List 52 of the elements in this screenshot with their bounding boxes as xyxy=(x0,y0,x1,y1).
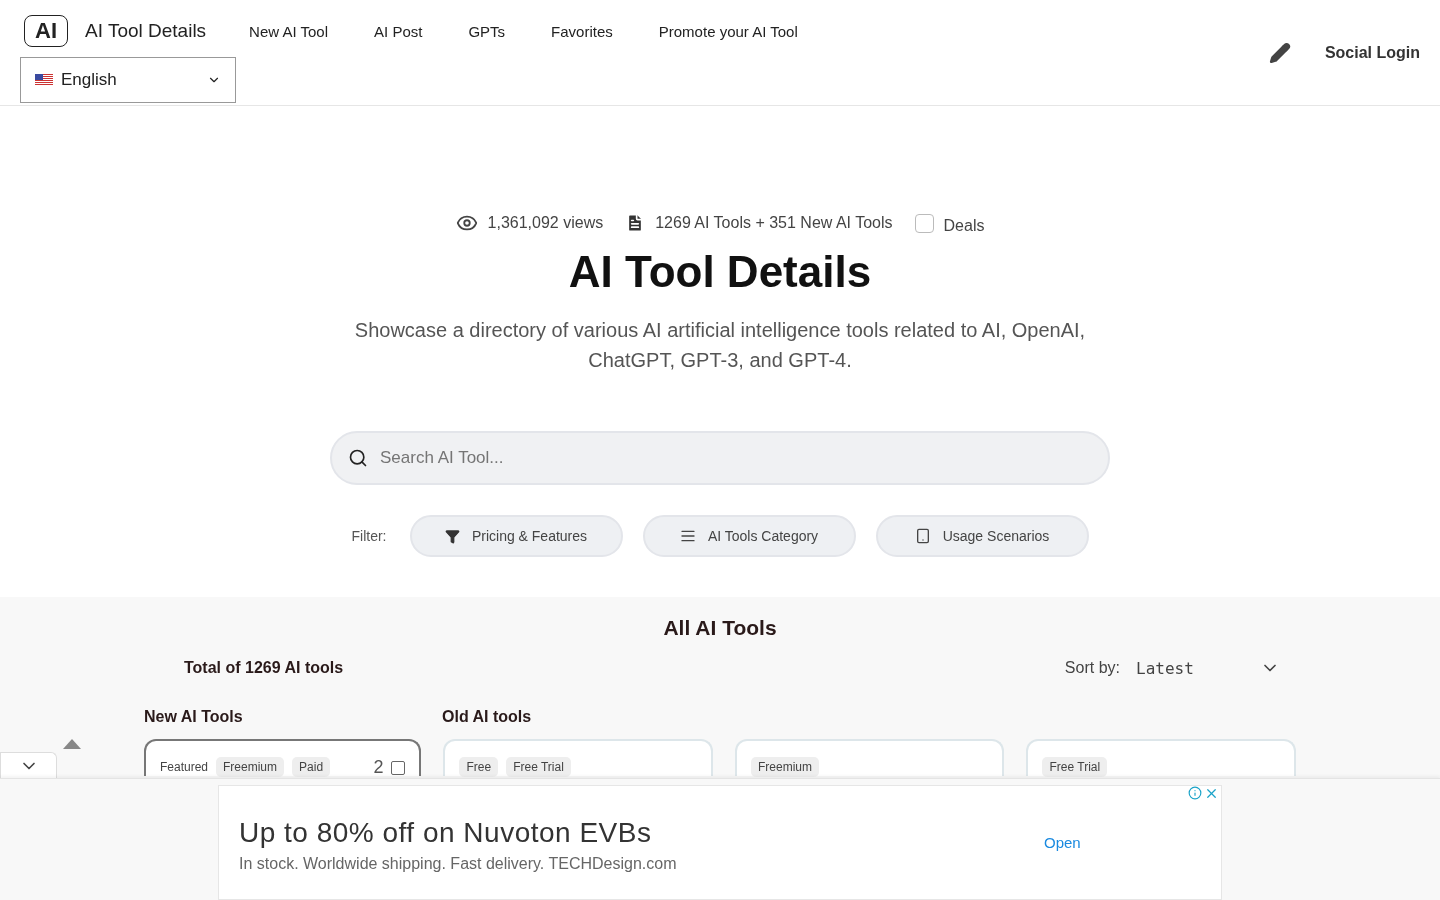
pricing-tag: Freemium xyxy=(751,757,819,777)
pricing-tag: Freemium xyxy=(216,757,285,777)
close-icon[interactable] xyxy=(1204,786,1219,801)
language-select[interactable]: English xyxy=(20,57,236,103)
filter-button[interactable]: Pricing & Features xyxy=(409,515,623,557)
count: 2 xyxy=(373,757,384,778)
ad-headline: Up to 80% off on Nuvoton EVBs xyxy=(239,816,653,849)
ad-banner[interactable]: Up to 80% off on Nuvoton EVBs In stock. Worldwide shipping. Fast delivery. TECHDesign.com Open xyxy=(218,785,1222,900)
pencil-icon[interactable] xyxy=(1268,41,1291,64)
list-icon xyxy=(679,528,696,544)
featured-label: Featured xyxy=(160,759,209,776)
nav-link[interactable]: GPTs xyxy=(468,22,506,40)
column-heading: Old AI tools xyxy=(442,708,533,726)
views-count: 1,361,092 views xyxy=(487,214,604,232)
column-heading: New AI Tools xyxy=(144,708,244,726)
tool-card[interactable]: Free Trial xyxy=(1026,739,1296,776)
tool-card[interactable]: Free Free Trial xyxy=(443,739,713,776)
sort-label: Sort by: xyxy=(1064,659,1120,677)
compare-checkbox[interactable] xyxy=(391,761,406,775)
filter-button[interactable]: Usage Scenarios xyxy=(875,515,1089,557)
deals-checkbox[interactable] xyxy=(914,213,934,233)
caret-up-icon[interactable] xyxy=(63,738,81,750)
info-icon[interactable] xyxy=(1188,786,1202,800)
search-field[interactable]: Search AI Tool... xyxy=(330,431,1110,485)
pricing-tag: Free Trial xyxy=(1042,757,1108,777)
tablet-icon xyxy=(914,528,931,544)
social-login-link[interactable]: Social Login xyxy=(1324,43,1420,62)
pricing-tag: Paid xyxy=(292,757,331,777)
site-name: AI Tool Details xyxy=(85,20,207,42)
total-count: Total of 1269 AI tools xyxy=(184,659,344,677)
tool-card[interactable]: Freemium xyxy=(735,739,1005,776)
flag-icon xyxy=(35,74,53,86)
tool-card[interactable]: Featured Freemium Paid 2 xyxy=(144,739,422,776)
search-icon xyxy=(348,448,368,468)
deals-label: Deals xyxy=(943,216,985,235)
filter-label: Filter: xyxy=(351,528,387,544)
nav-link[interactable]: Favorites xyxy=(551,22,613,40)
page-title: AI Tool Details xyxy=(568,247,872,297)
sort-select[interactable]: Latest xyxy=(1130,658,1280,678)
ad-text: In stock. Worldwide shipping. Fast delivery. TECHDesign.com xyxy=(239,854,678,873)
page-subtitle: Showcase a directory of various AI artificial intelligence tools related to AI, OpenAI, ChatGPT, GPT-3, and GPT-4. xyxy=(353,318,1087,373)
filter-button[interactable]: AI Tools Category xyxy=(642,515,856,557)
nav-link[interactable]: New AI Tool xyxy=(249,22,329,40)
section-title: All AI Tools xyxy=(663,616,777,640)
tools-count: 1269 AI Tools + 351 New AI Tools xyxy=(655,214,893,232)
open-link[interactable]: Open xyxy=(1044,834,1081,851)
logo[interactable]: AI xyxy=(24,15,68,47)
pricing-tag: Free Trial xyxy=(506,757,571,777)
pricing-tag: Free xyxy=(459,757,499,777)
nav-link[interactable]: Promote your AI Tool xyxy=(658,22,798,40)
filter-icon xyxy=(444,528,460,544)
nav-link[interactable]: AI Post xyxy=(374,22,423,40)
